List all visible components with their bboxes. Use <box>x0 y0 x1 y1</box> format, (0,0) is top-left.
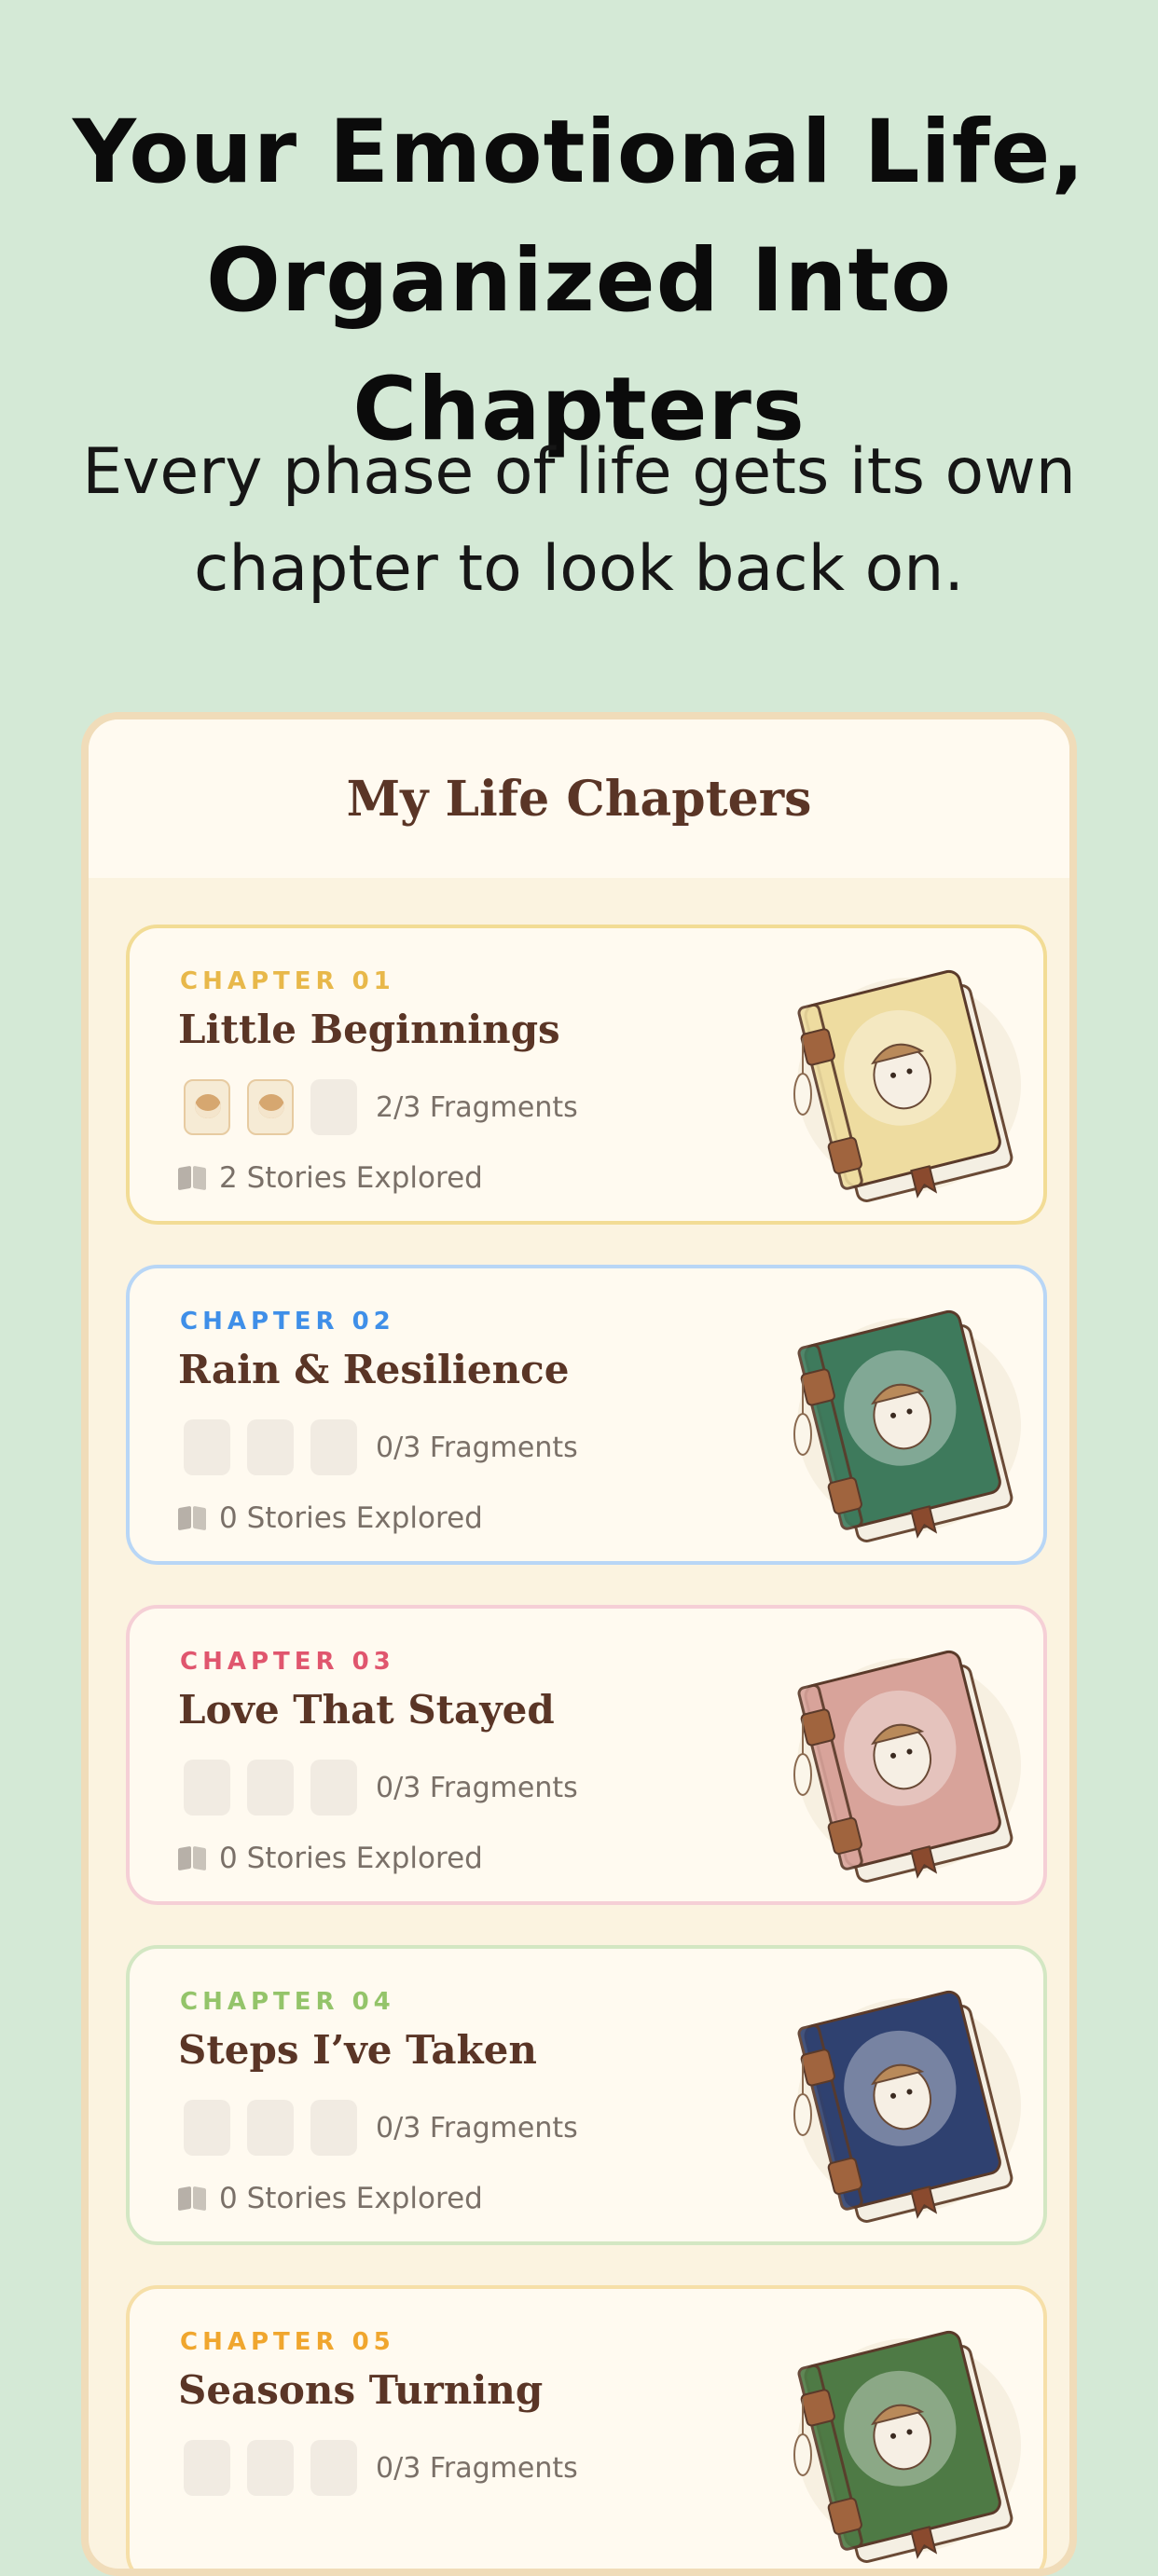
chapter-card[interactable]: CHAPTER 04 Steps I’ve Taken 0/3 Fragments 0… <box>126 1945 1047 2245</box>
fragment-row: 2/3 Fragments <box>184 1079 578 1135</box>
chapter-card[interactable]: CHAPTER 03 Love That Stayed 0/3 Fragments 0… <box>126 1605 1047 1905</box>
fragment-count: 0/3 Fragments <box>376 2451 578 2485</box>
chapter-label: CHAPTER 01 <box>180 967 395 995</box>
chapter-card[interactable]: CHAPTER 05 Seasons Turning 0/3 Fragments <box>126 2285 1047 2569</box>
stories-count: 0 Stories Explored <box>219 1501 483 1535</box>
fragment-row: 0/3 Fragments <box>184 1760 578 1816</box>
fragment-row: 0/3 Fragments <box>184 2440 578 2496</box>
fragment-row: 0/3 Fragments <box>184 2100 578 2156</box>
headline: Your Emotional Life, Organized Into Chap… <box>0 89 1158 474</box>
chapter-label: CHAPTER 03 <box>180 1648 395 1676</box>
hedgehog-forest-book-icon <box>793 1990 1021 2223</box>
stories-row: 0 Stories Explored <box>178 2182 483 2215</box>
fragment-empty-slot <box>184 2100 230 2156</box>
open-book-icon <box>178 2185 206 2212</box>
fragment-empty-slot <box>184 2440 230 2496</box>
hedgehog-umbrella-book-icon <box>793 1309 1021 1542</box>
screen-title: My Life Chapters <box>346 770 812 828</box>
fragment-empty-slot <box>184 1419 230 1475</box>
fragment-empty-slot <box>247 1419 294 1475</box>
fragment-empty-slot <box>247 2100 294 2156</box>
hedgehog-explorer-book-icon <box>793 969 1021 1202</box>
chapter-title: Love That Stayed <box>178 1687 555 1733</box>
fragment-collected-icon <box>247 1079 294 1135</box>
stories-row: 0 Stories Explored <box>178 1501 483 1535</box>
stories-row: 2 Stories Explored <box>178 1161 483 1195</box>
stories-count: 0 Stories Explored <box>219 1842 483 1875</box>
phone-screen: My Life Chapters CHAPTER 01 Little Beginn… <box>81 712 1077 2576</box>
chapter-label: CHAPTER 02 <box>180 1308 395 1336</box>
chapter-card[interactable]: CHAPTER 01 Little Beginnings 2/3 Fragments… <box>126 925 1047 1225</box>
fragment-count: 0/3 Fragments <box>376 1431 578 1464</box>
fragment-empty-slot <box>247 1760 294 1816</box>
fragment-collected-icon <box>184 1079 230 1135</box>
fragment-count: 0/3 Fragments <box>376 1771 578 1804</box>
chapter-title: Little Beginnings <box>178 1007 560 1052</box>
stories-row: 0 Stories Explored <box>178 1842 483 1875</box>
subheadline-line-1: Every phase of life gets its own <box>82 435 1076 509</box>
fragment-empty-slot <box>310 2100 357 2156</box>
stories-count: 2 Stories Explored <box>219 1161 483 1195</box>
chapter-title: Steps I’ve Taken <box>178 2027 537 2073</box>
open-book-icon <box>178 1165 206 1191</box>
chapter-title: Rain & Resilience <box>178 1347 570 1392</box>
subheadline-line-2: chapter to look back on. <box>194 532 964 606</box>
stories-count: 0 Stories Explored <box>219 2182 483 2215</box>
fragment-empty-slot <box>310 1079 357 1135</box>
chapter-label: CHAPTER 05 <box>180 2328 395 2356</box>
open-book-icon <box>178 1505 206 1531</box>
fragment-empty-slot <box>310 2440 357 2496</box>
hedgehog-petals-book-icon <box>793 1650 1021 1883</box>
fragment-count: 2/3 Fragments <box>376 1090 578 1124</box>
fragment-empty-slot <box>184 1760 230 1816</box>
chapter-title: Seasons Turning <box>178 2367 544 2413</box>
fragment-empty-slot <box>310 1760 357 1816</box>
subheadline: Every phase of life gets its own chapter… <box>0 424 1158 618</box>
fragment-count: 0/3 Fragments <box>376 2111 578 2144</box>
open-book-icon <box>178 1845 206 1871</box>
chapter-label: CHAPTER 04 <box>180 1988 395 2016</box>
fragment-row: 0/3 Fragments <box>184 1419 578 1475</box>
screen-header: My Life Chapters <box>89 719 1069 878</box>
headline-line-1: Your Emotional Life, <box>72 102 1086 203</box>
hedgehog-autumn-book-icon <box>793 2330 1021 2563</box>
fragment-empty-slot <box>247 2440 294 2496</box>
fragment-empty-slot <box>310 1419 357 1475</box>
chapter-card[interactable]: CHAPTER 02 Rain & Resilience 0/3 Fragments… <box>126 1265 1047 1565</box>
